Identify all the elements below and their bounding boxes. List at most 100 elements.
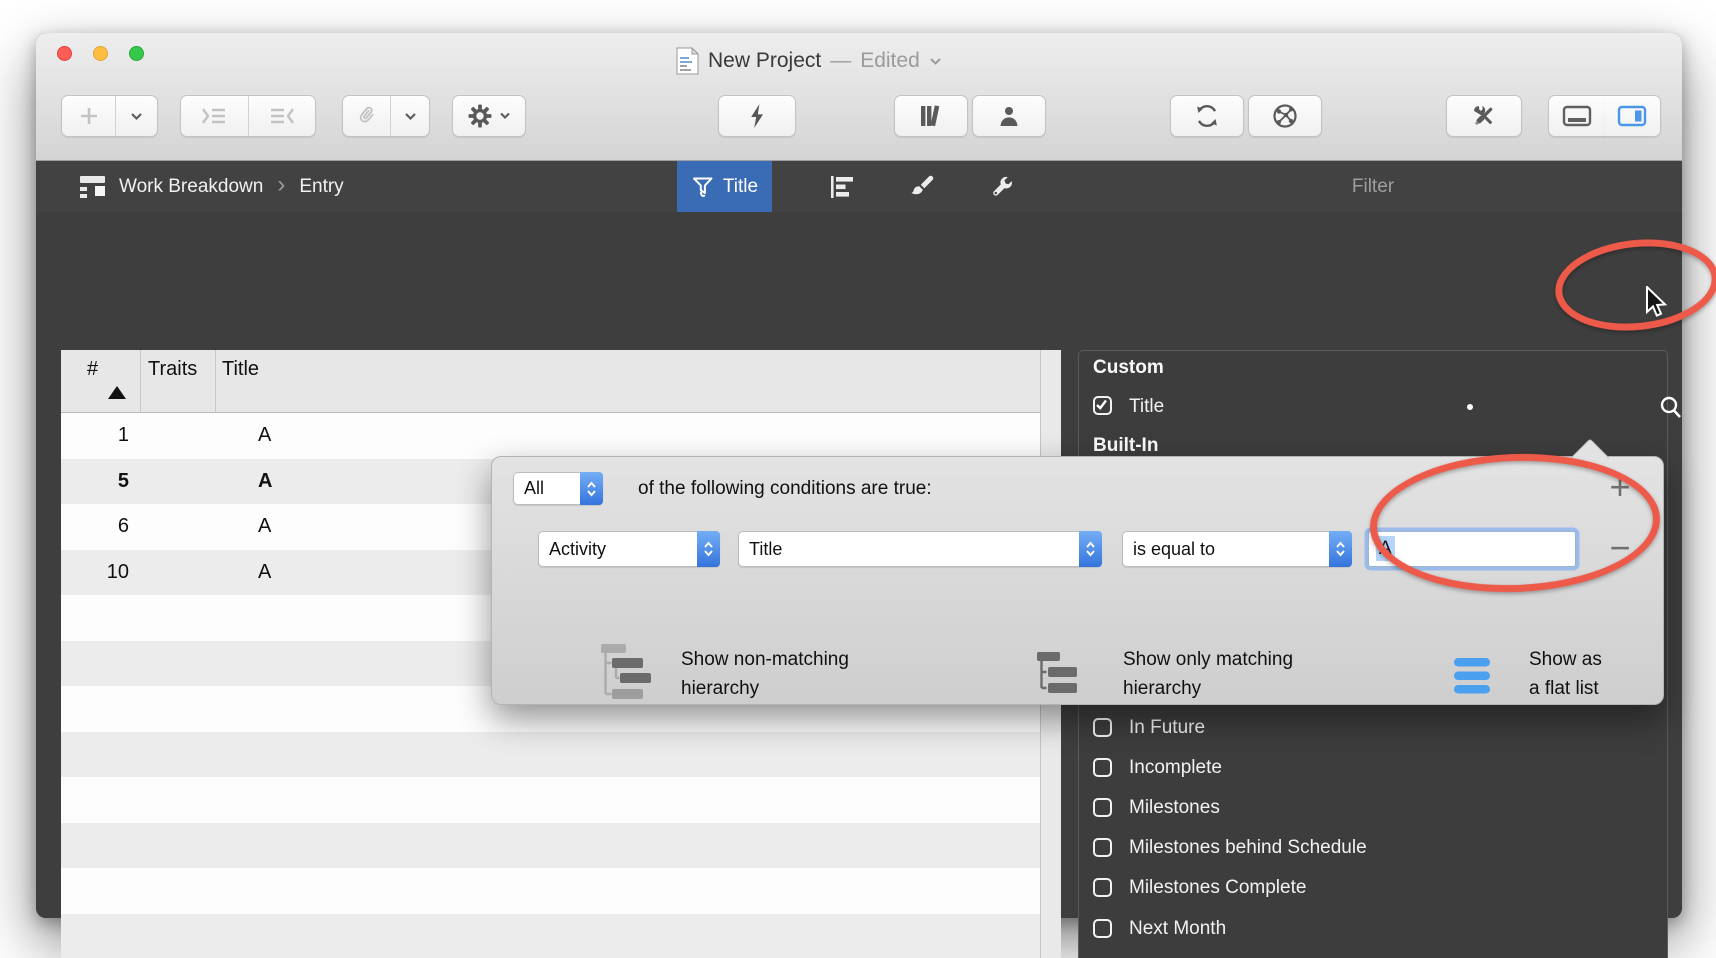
condition-operator-value: is equal to	[1123, 539, 1329, 560]
built-in-filter-label: Milestones	[1129, 793, 1220, 823]
checkbox-unchecked[interactable]	[1093, 878, 1112, 897]
brush-icon	[908, 173, 936, 201]
column-header-traits[interactable]: Traits	[148, 358, 197, 381]
option-line1: Show non-matching	[681, 645, 849, 674]
add-menu-chevron-icon[interactable]	[116, 96, 157, 136]
condition-field-select[interactable]: Title	[738, 531, 1102, 567]
outline-icon	[829, 174, 855, 200]
filter-tab-active[interactable]: Title	[677, 161, 772, 212]
paperclip-icon[interactable]	[343, 96, 390, 136]
lightning-icon	[747, 103, 767, 129]
match-type-value: All	[514, 478, 580, 499]
table-row[interactable]	[61, 777, 1040, 823]
tools-icon	[1470, 102, 1498, 130]
gear-menu-chevron-icon	[499, 112, 511, 120]
checkbox-unchecked[interactable]	[1093, 919, 1112, 938]
publish-globe-icon-button[interactable]	[1248, 95, 1322, 137]
condition-operator-select[interactable]: is equal to	[1122, 531, 1352, 567]
network-globe-icon	[1272, 103, 1298, 129]
row-number: 10	[61, 550, 129, 596]
option-line1: Show as	[1529, 645, 1602, 674]
sync-button[interactable]	[1170, 95, 1244, 137]
action-gear-button[interactable]	[452, 95, 526, 137]
custom-filter-row-title[interactable]: Title	[1079, 391, 1667, 423]
minimize-button[interactable]	[93, 46, 108, 61]
option-line1: Show only matching	[1123, 645, 1293, 674]
window-title: New Project	[708, 49, 821, 73]
breadcrumb[interactable]: Work Breakdown › Entry	[79, 161, 344, 212]
table-row[interactable]	[61, 732, 1040, 778]
built-in-filter-row[interactable]: Incomplete	[1079, 753, 1667, 783]
breadcrumb-current[interactable]: Entry	[299, 176, 343, 198]
breadcrumb-separator: ›	[277, 171, 285, 199]
outline-view-button[interactable]	[820, 161, 864, 212]
column-header-title[interactable]: Title	[222, 358, 259, 381]
inspector-tools-button[interactable]	[1446, 95, 1522, 137]
conditions-label: of the following conditions are true:	[638, 472, 932, 505]
add-task-split-button[interactable]	[61, 95, 158, 137]
add-icon[interactable]	[62, 96, 115, 136]
flat-list-icon	[1453, 657, 1491, 695]
close-button[interactable]	[57, 46, 72, 61]
built-in-filter-label: Next Week	[1129, 954, 1222, 958]
style-brush-button[interactable]	[900, 161, 944, 212]
table-header[interactable]: # Traits Title	[61, 350, 1040, 413]
checkbox-unchecked[interactable]	[1093, 838, 1112, 857]
built-in-filter-label: In Future	[1129, 713, 1205, 743]
stepper-chevrons-icon	[1079, 531, 1102, 567]
resources-button[interactable]	[894, 95, 968, 137]
attachment-menu-chevron-icon[interactable]	[391, 96, 429, 136]
titlebar[interactable]: New Project — Edited	[36, 33, 1682, 90]
indent-outdent-group[interactable]	[180, 95, 316, 137]
column-header-number[interactable]: #	[87, 358, 98, 381]
built-in-filter-row[interactable]: Milestones	[1079, 793, 1667, 823]
sync-arrows-icon	[1194, 103, 1220, 129]
table-row[interactable]: 1A	[61, 413, 1040, 459]
attachment-split-button[interactable]	[342, 95, 430, 137]
sort-ascending-icon	[108, 386, 126, 399]
configure-wrench-button[interactable]	[982, 161, 1026, 212]
indent-icon[interactable]	[181, 96, 248, 136]
built-in-filter-row[interactable]: Milestones behind Schedule	[1079, 833, 1667, 863]
option-line2: a flat list	[1529, 674, 1602, 703]
catch-up-button[interactable]	[718, 95, 796, 137]
window-chrome: New Project — Edited	[36, 33, 1682, 161]
search-filter-icon[interactable]	[1657, 394, 1685, 422]
document-icon	[676, 47, 699, 75]
funnel-icon	[691, 174, 715, 200]
table-row[interactable]	[61, 823, 1040, 869]
view-bottom-pane-button[interactable]	[1548, 95, 1605, 137]
filter-panel-title: Filter	[1078, 161, 1668, 212]
checkbox-checked[interactable]	[1093, 396, 1112, 415]
title-chevron-down-icon[interactable]	[929, 57, 942, 66]
hierarchy-icon	[1035, 651, 1081, 697]
gear-icon	[468, 104, 492, 128]
built-in-filter-label: Next Month	[1129, 914, 1226, 944]
condition-field-value: Title	[739, 539, 1079, 560]
checkbox-unchecked[interactable]	[1093, 718, 1112, 737]
option-line2: hierarchy	[1123, 674, 1293, 703]
stepper-chevrons-icon	[580, 472, 603, 505]
row-title: A	[258, 459, 272, 505]
mouse-cursor	[1645, 286, 1673, 322]
built-in-filter-row[interactable]: Milestones Complete	[1079, 873, 1667, 903]
active-filter-dot	[1467, 404, 1473, 410]
match-type-select[interactable]: All	[513, 472, 603, 505]
condition-subject-value: Activity	[539, 539, 697, 560]
view-right-pane-button[interactable]	[1604, 95, 1661, 137]
zoom-button[interactable]	[129, 46, 144, 61]
assignments-button[interactable]	[972, 95, 1046, 137]
built-in-filter-row[interactable]: Next Month	[1079, 914, 1667, 944]
outdent-icon[interactable]	[249, 96, 316, 136]
condition-subject-select[interactable]: Activity	[538, 531, 720, 567]
edited-status: Edited	[860, 49, 920, 73]
built-in-filter-row[interactable]: Next Week	[1079, 954, 1667, 958]
row-number: 5	[61, 459, 129, 505]
table-row[interactable]	[61, 868, 1040, 914]
breadcrumb-root[interactable]: Work Breakdown	[119, 176, 263, 198]
table-row[interactable]	[61, 914, 1040, 958]
checkbox-unchecked[interactable]	[1093, 758, 1112, 777]
row-title: A	[258, 504, 271, 550]
built-in-filter-row[interactable]: In Future	[1079, 713, 1667, 743]
checkbox-unchecked[interactable]	[1093, 798, 1112, 817]
